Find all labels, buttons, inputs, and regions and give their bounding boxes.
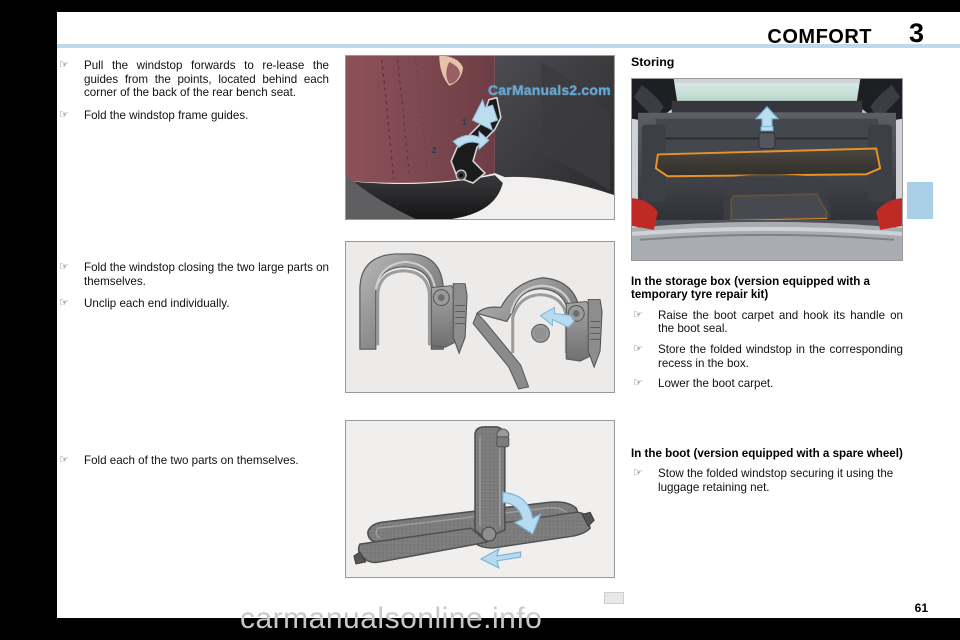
- site-watermark: carmanualsonline.info: [240, 602, 543, 635]
- section-tab-marker: [907, 182, 933, 219]
- subsection-2-steps: ☞ Stow the folded windstop securing it u…: [631, 467, 903, 494]
- step-text: Lower the boot carpet.: [658, 377, 774, 391]
- pointing-hand-icon: ☞: [633, 377, 643, 390]
- subsection-1-title: In the storage box (version equipped wit…: [631, 275, 870, 302]
- header-divider: [57, 44, 960, 48]
- list-item: ☞ Stow the folded windstop securing it u…: [631, 467, 903, 494]
- step-text: Stow the folded windstop securing it usi…: [658, 467, 894, 494]
- steps-block-2: ☞ Fold the windstop closing the two larg…: [57, 261, 329, 310]
- pointing-hand-icon: ☞: [59, 261, 69, 274]
- figure-seat-guide-art: [346, 56, 614, 219]
- list-item: ☞ Store the folded windstop in the corre…: [631, 343, 903, 370]
- footer-corner-mark: [604, 592, 624, 604]
- list-item: ☞ Raise the boot carpet and hook its han…: [631, 309, 903, 336]
- subsection-2-title: In the boot (version equipped with a spa…: [631, 446, 903, 460]
- page-number: 61: [914, 601, 928, 615]
- step-text: Raise the boot carpet and hook its handl…: [658, 308, 903, 336]
- arrow-label-2: 2: [432, 146, 437, 155]
- pointing-hand-icon: ☞: [59, 59, 69, 71]
- list-item: ☞ Fold the windstop closing the two larg…: [57, 261, 329, 288]
- pointing-hand-icon: ☞: [59, 296, 69, 309]
- middle-column: 1 2 CarManuals2.com: [345, 55, 615, 578]
- pointing-hand-icon: ☞: [59, 108, 69, 121]
- steps-block-1: ☞ Pull the windstop forwards to re-lease…: [57, 59, 329, 122]
- figure-watermark: CarManuals2.com: [488, 82, 611, 98]
- arrow-label-1: 1: [462, 118, 467, 127]
- pointing-hand-icon: ☞: [633, 467, 643, 480]
- pointing-hand-icon: ☞: [59, 454, 69, 467]
- top-black-band: [57, 0, 960, 12]
- step-text: Fold each of the two parts on themselves…: [84, 454, 299, 468]
- figure-folded-frame: [345, 420, 615, 578]
- step-text: Fold the windstop closing the two large …: [84, 261, 329, 288]
- figure-seat-guide: 1 2 CarManuals2.com: [345, 55, 615, 220]
- left-column: ☞ Pull the windstop forwards to re-lease…: [57, 55, 329, 470]
- figure-boot: [631, 78, 903, 261]
- step-text: Pull the windstop forwards to re-lease t…: [84, 59, 329, 100]
- list-item: ☞ Unclip each end individually.: [57, 297, 329, 311]
- page-header: COMFORT 3: [57, 12, 960, 48]
- steps-block-3: ☞ Fold each of the two parts on themselv…: [57, 454, 329, 468]
- pointing-hand-icon: ☞: [633, 308, 643, 321]
- figure-frame-unclip-art: [346, 242, 614, 392]
- figure-boot-art: [632, 79, 902, 260]
- pointing-hand-icon: ☞: [633, 343, 643, 355]
- subsection-1-steps: ☞ Raise the boot carpet and hook its han…: [631, 309, 903, 391]
- step-text: Unclip each end individually.: [84, 296, 230, 310]
- figure-frame-unclip: [345, 241, 615, 393]
- list-item: ☞ Fold each of the two parts on themselv…: [57, 454, 329, 468]
- list-item: ☞ Fold the windstop frame guides.: [57, 109, 329, 123]
- list-item: ☞ Lower the boot carpet.: [631, 377, 903, 391]
- right-column: Storing In the storage box (version equi…: [631, 55, 903, 496]
- list-item: ☞ Pull the windstop forwards to re-lease…: [57, 59, 329, 100]
- left-black-band: [0, 0, 57, 618]
- section-heading: Storing: [631, 55, 675, 69]
- step-text: Fold the windstop frame guides.: [84, 108, 249, 122]
- manual-page: COMFORT 3 ☞ Pull the windstop forwards t…: [0, 0, 960, 640]
- step-text: Store the folded windstop in the corresp…: [658, 343, 903, 370]
- figure-folded-frame-art: [346, 421, 614, 577]
